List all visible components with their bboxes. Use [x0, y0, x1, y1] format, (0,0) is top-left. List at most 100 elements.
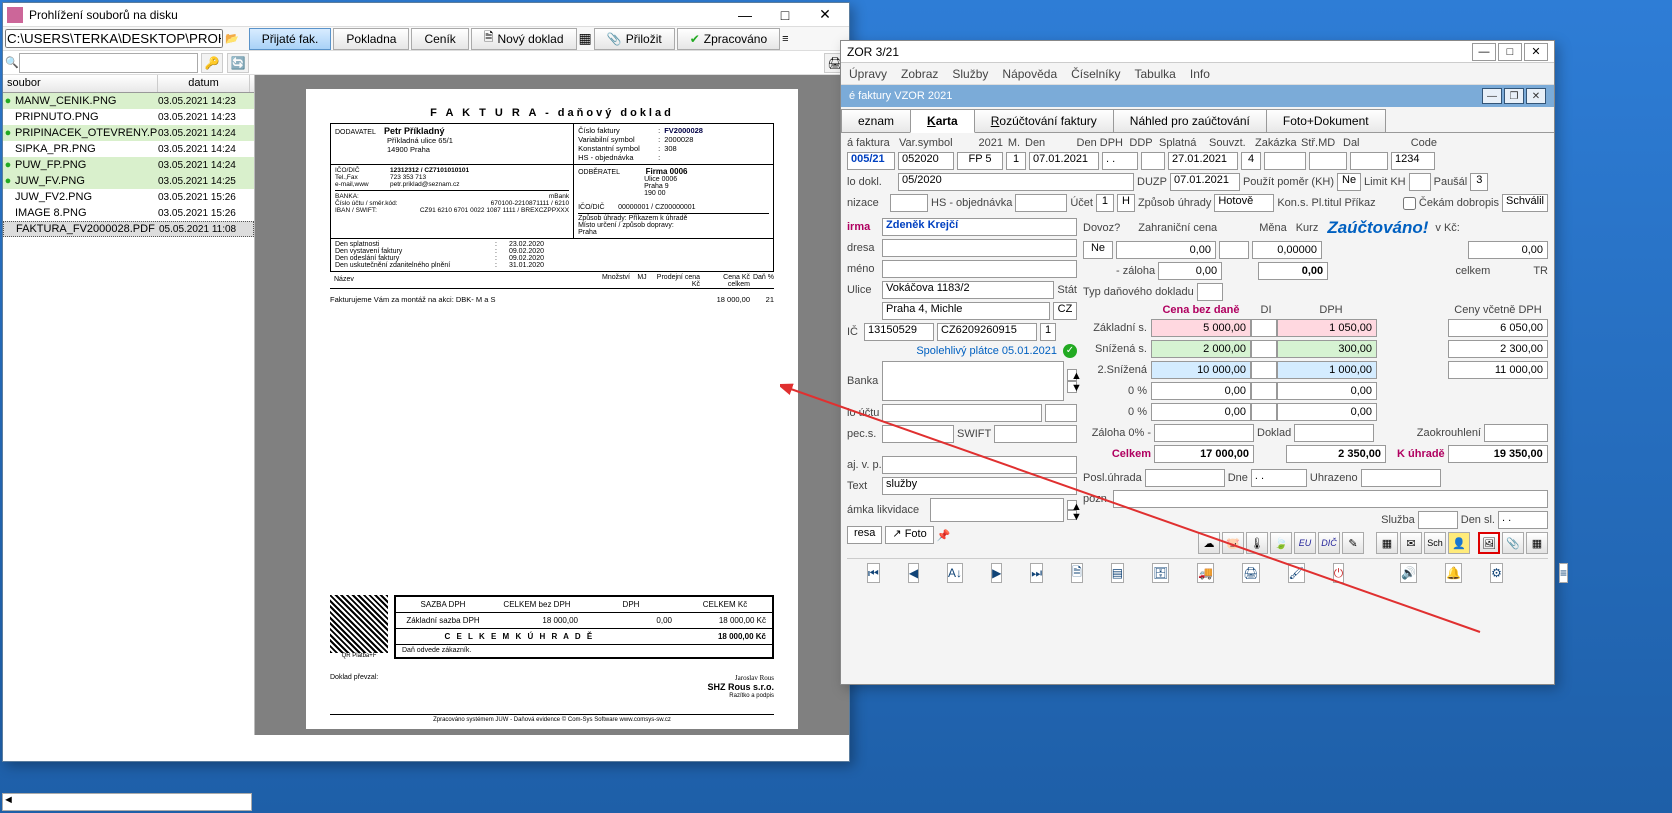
tab-nahled[interactable]: Náhled pro zaúčtování [1113, 109, 1267, 132]
ic-input[interactable]: 13150529 [864, 323, 934, 341]
person-icon[interactable]: 👤 [1448, 532, 1470, 554]
menu-item[interactable]: Nápověda [1002, 67, 1057, 81]
firma-input[interactable]: Zdeněk Krejčí [882, 218, 1077, 236]
open-folder-icon[interactable]: 📂 [225, 32, 239, 45]
r1-dph[interactable]: 1 050,00 [1277, 319, 1377, 337]
tab-rozuctovani[interactable]: Rozúčtování faktury [974, 109, 1114, 132]
list-item[interactable]: ●PRIPINACEK_OTEVRENY.PN03.05.2021 14:24 [3, 125, 254, 141]
list-item[interactable]: IMAGE 8.PNG03.05.2021 15:26 [3, 205, 254, 221]
kurz-field[interactable]: 0,00000 [1252, 241, 1322, 259]
dobropis-checkbox[interactable] [1403, 197, 1416, 210]
nav-last[interactable]: ⏭ [1030, 563, 1043, 583]
fp-field[interactable]: FP 5 [957, 152, 1003, 170]
leaf-icon[interactable]: 🍃 [1270, 532, 1292, 554]
menu-item[interactable]: Úpravy [849, 67, 887, 81]
ulice-input[interactable]: Vokáčova 1183/2 [882, 281, 1054, 299]
ddp-field[interactable] [1141, 152, 1165, 170]
btn-zpracovano[interactable]: ✔Zpracováno [677, 28, 780, 50]
nav-menu-icon[interactable]: ≡ [1559, 563, 1568, 583]
list-item[interactable]: FAKTURA_FV2000028.PDF05.05.2021 11:08 [3, 221, 254, 237]
hs-field[interactable] [1015, 194, 1067, 212]
col-date[interactable]: datum [158, 75, 250, 92]
dendph-field[interactable]: . . [1102, 152, 1138, 170]
adresa-button[interactable]: resa [847, 526, 882, 544]
org-field[interactable] [890, 194, 928, 212]
banka-input[interactable] [882, 361, 1064, 401]
r1-base[interactable]: 5 000,00 [1151, 319, 1251, 337]
duzp-field[interactable]: 07.01.2021 [1170, 173, 1240, 191]
pausal-field[interactable]: 3 [1470, 173, 1488, 191]
maximize-button[interactable]: □ [765, 4, 805, 26]
nav-prev[interactable]: ◀ [908, 563, 919, 583]
text-input[interactable]: služby [882, 477, 1077, 495]
qr-icon[interactable]: ▦ [579, 30, 592, 47]
mesto-input[interactable]: Praha 4, Michle [882, 302, 1050, 320]
nav-next[interactable]: ▶ [991, 563, 1002, 583]
nav-brush-icon[interactable]: 🖌 [1288, 563, 1305, 583]
sch-icon[interactable]: Sch [1424, 532, 1446, 554]
nav-gear-icon[interactable]: ⚙ [1490, 563, 1503, 583]
faktura-field[interactable]: 005/21 [847, 152, 895, 170]
nav-grid-icon[interactable]: ▤ [1111, 563, 1124, 583]
pozn-input[interactable] [1113, 490, 1548, 508]
grid-icon[interactable]: ▦ [1376, 532, 1398, 554]
sub-restore-icon[interactable]: ❐ [1504, 88, 1524, 104]
list-item[interactable]: ●PUW_FP.PNG03.05.2021 14:24 [3, 157, 254, 173]
vkc-field[interactable]: 0,00 [1468, 241, 1548, 259]
swift-input[interactable] [994, 425, 1077, 443]
zpusob-field[interactable]: Hotově [1214, 194, 1274, 212]
minimize-button[interactable]: — [725, 4, 765, 26]
edit-icon[interactable]: ✎ [1342, 532, 1364, 554]
list-item[interactable]: ●JUW_FV.PNG03.05.2021 14:25 [3, 173, 254, 189]
attach-icon[interactable]: 📎 [1502, 532, 1524, 554]
zahr-cena[interactable]: 0,00 [1116, 241, 1216, 259]
souvzt-field[interactable]: 4 [1241, 152, 1261, 170]
pomer-field[interactable]: Ne [1337, 173, 1361, 191]
sub-min-icon[interactable]: — [1482, 88, 1502, 104]
maximize-button[interactable]: □ [1498, 43, 1522, 61]
nav-sort[interactable]: A↓ [947, 563, 963, 583]
nav-power-icon[interactable]: ⏻ [1333, 563, 1345, 583]
tab-foto[interactable]: Foto+Dokument [1266, 109, 1386, 132]
menu-icon[interactable]: ≡ [782, 33, 788, 45]
cloud-icon[interactable]: ☁ [1198, 532, 1220, 554]
list-item[interactable]: ●MANW_CENIK.PNG03.05.2021 14:23 [3, 93, 254, 109]
search-input[interactable] [19, 53, 198, 73]
mena-field[interactable] [1219, 241, 1249, 259]
list-item[interactable]: PRIPNUTO.PNG03.05.2021 14:23 [3, 109, 254, 125]
jmeno-input[interactable] [882, 260, 1077, 278]
nav-print-icon[interactable]: 🖨 [1242, 563, 1259, 583]
cislouct-input[interactable] [882, 404, 1042, 422]
btn-prijate-fak[interactable]: Přijaté fak. [249, 28, 332, 50]
stat-input[interactable]: CZ [1053, 302, 1077, 320]
cislo-dokl-field[interactable]: 05/2020 [898, 173, 1134, 191]
dovoz-field[interactable]: Ne [1083, 241, 1113, 259]
limitkh-field[interactable] [1409, 173, 1431, 191]
pig-icon[interactable]: 🐷 [1222, 532, 1244, 554]
ucet-field[interactable]: 1 [1096, 194, 1114, 212]
adresa-input[interactable] [882, 239, 1077, 257]
splatna-field[interactable]: 27.01.2021 [1168, 152, 1238, 170]
col-file[interactable]: soubor [3, 75, 158, 92]
nav-car-icon[interactable]: 🚚 [1197, 563, 1214, 583]
close-button[interactable]: ✕ [805, 4, 845, 26]
typdd-input[interactable] [1197, 283, 1223, 301]
menu-item[interactable]: Zobraz [901, 67, 938, 81]
tab-karta[interactable]: Karta [910, 109, 975, 133]
thermo-icon[interactable]: 🌡 [1246, 532, 1268, 554]
likvidace-input[interactable] [930, 498, 1064, 522]
path-input[interactable] [5, 29, 223, 48]
dic-input[interactable]: CZ6209260915 [937, 323, 1037, 341]
dic-icon[interactable]: DIČ [1318, 532, 1340, 554]
strmd-field[interactable] [1309, 152, 1347, 170]
key-icon[interactable]: 🔑 [201, 53, 223, 73]
ucet-h-field[interactable]: H [1117, 194, 1135, 212]
nav-first[interactable]: ⏮ [867, 563, 880, 583]
tab-seznam[interactable]: eznam [841, 109, 911, 132]
m-field[interactable]: 1 [1006, 152, 1026, 170]
btn-prilozit[interactable]: 📎Přiložit [594, 28, 675, 50]
btn-pokladna[interactable]: Pokladna [333, 28, 409, 50]
den-field[interactable]: 07.01.2021 [1029, 152, 1099, 170]
menu-item[interactable]: Služby [952, 67, 988, 81]
image-icon[interactable]: 🖼 [1478, 532, 1500, 554]
